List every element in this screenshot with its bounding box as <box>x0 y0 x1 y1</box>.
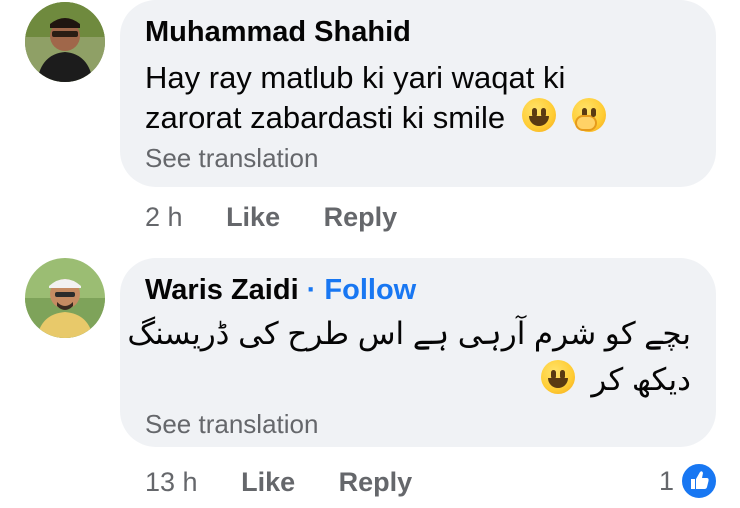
grinning-emoji-icon <box>540 360 575 394</box>
reaction-count: 1 <box>658 465 674 496</box>
avatar-muhammad-shahid[interactable] <box>25 2 105 82</box>
grinning-emoji-icon <box>521 98 556 132</box>
comment-header: Waris Zaidi · Follow <box>145 274 416 307</box>
reply-button[interactable]: Reply <box>324 202 398 233</box>
comment-text-line-1: بچے کو شرم آرہی ہے اس طرح کی ڈریسنگ <box>127 316 691 351</box>
comment-text-line-2-wrap: دیکھ کر <box>540 360 691 398</box>
comment-text-line-2: دیکھ کر <box>591 362 691 397</box>
see-translation-link[interactable]: See translation <box>145 143 318 174</box>
avatar-waris-zaidi[interactable] <box>25 258 105 338</box>
comment-1: Muhammad Shahid Hay ray matlub ki yari w… <box>0 0 740 250</box>
like-reaction-icon <box>680 462 718 500</box>
comment-actions: 2 h Like Reply <box>145 202 433 233</box>
like-button[interactable]: Like <box>241 467 295 498</box>
avatar-photo-icon <box>25 258 105 338</box>
comment-author[interactable]: Muhammad Shahid <box>145 16 411 49</box>
comment-text-line-2: zarorat zabardasti ki smile <box>145 100 506 135</box>
comment-bubble-1: Muhammad Shahid Hay ray matlub ki yari w… <box>120 0 716 187</box>
see-translation-link[interactable]: See translation <box>145 409 318 440</box>
reaction-summary[interactable]: 1 <box>659 462 718 500</box>
like-button[interactable]: Like <box>226 202 280 233</box>
comment-2: Waris Zaidi · Follow بچے کو شرم آرہی ہے … <box>0 255 740 508</box>
comment-text-line-1: Hay ray matlub ki yari waqat ki <box>145 60 566 95</box>
comment-time[interactable]: 2 h <box>145 202 183 233</box>
face-with-hand-over-mouth-emoji-icon <box>572 98 607 132</box>
follow-separator: · <box>298 274 325 306</box>
follow-button[interactable]: Follow <box>324 274 416 306</box>
reply-button[interactable]: Reply <box>339 467 413 498</box>
comment-bubble-2: Waris Zaidi · Follow بچے کو شرم آرہی ہے … <box>120 258 716 447</box>
comment-actions: 13 h Like Reply <box>145 467 448 498</box>
comment-author[interactable]: Waris Zaidi <box>145 274 299 306</box>
thumbs-up-icon <box>691 471 709 489</box>
comment-time[interactable]: 13 h <box>145 467 198 498</box>
avatar-photo-icon <box>25 2 105 82</box>
comment-text-line-2-wrap: zarorat zabardasti ki smile <box>145 98 607 136</box>
